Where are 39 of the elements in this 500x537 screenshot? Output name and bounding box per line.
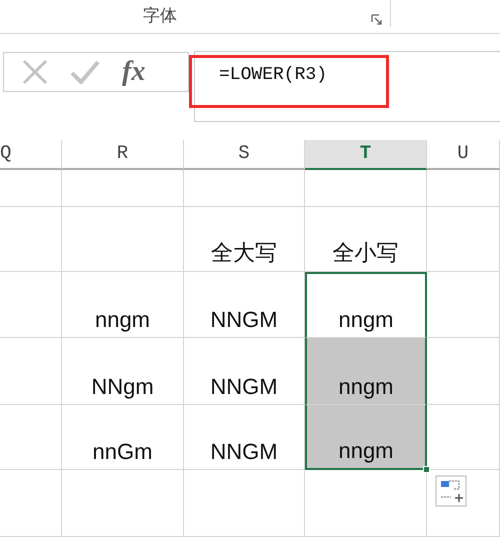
- cancel-icon[interactable]: [22, 59, 48, 85]
- table-cell[interactable]: [427, 272, 500, 338]
- column-header[interactable]: R: [62, 140, 184, 170]
- column-header[interactable]: U: [427, 140, 500, 170]
- table-cell[interactable]: 全大写: [184, 207, 305, 272]
- formula-text: =LOWER(R3): [219, 64, 328, 87]
- table-cell[interactable]: [184, 170, 305, 207]
- formula-field[interactable]: =LOWER(R3): [194, 51, 500, 122]
- table-cell[interactable]: [305, 170, 427, 207]
- table-cell[interactable]: [0, 338, 62, 405]
- table-cell[interactable]: [0, 405, 62, 470]
- dialog-launcher-icon[interactable]: [371, 14, 383, 26]
- table-cell[interactable]: [0, 272, 62, 338]
- table-cell[interactable]: NNgm: [62, 338, 184, 405]
- check-icon[interactable]: [70, 60, 100, 84]
- table-cell[interactable]: [62, 170, 184, 207]
- table-cell[interactable]: [305, 470, 427, 537]
- table-cell[interactable]: [0, 207, 62, 272]
- column-header[interactable]: T: [305, 140, 427, 170]
- table-cell[interactable]: NNGM: [184, 272, 305, 338]
- table-cell[interactable]: [0, 170, 62, 207]
- table-cell[interactable]: nngm: [305, 405, 427, 470]
- table-cell[interactable]: nngm: [62, 272, 184, 338]
- table-cell[interactable]: nnGm: [62, 405, 184, 470]
- table-cell[interactable]: [0, 470, 62, 537]
- table-cell[interactable]: [62, 470, 184, 537]
- group-label: 字体: [143, 5, 177, 28]
- table-cell[interactable]: [427, 405, 500, 470]
- table-cell[interactable]: [427, 170, 500, 207]
- column-header[interactable]: Q: [0, 140, 62, 170]
- table-cell[interactable]: [427, 207, 500, 272]
- table-cell[interactable]: [62, 207, 184, 272]
- table-cell[interactable]: 全小写: [305, 207, 427, 272]
- insert-function-button[interactable]: fx: [122, 58, 146, 86]
- quick-analysis-icon[interactable]: [435, 475, 467, 507]
- table-cell[interactable]: [427, 338, 500, 405]
- fill-handle[interactable]: [423, 466, 430, 473]
- table-cell[interactable]: [184, 470, 305, 537]
- table-cell[interactable]: nngm: [305, 338, 427, 405]
